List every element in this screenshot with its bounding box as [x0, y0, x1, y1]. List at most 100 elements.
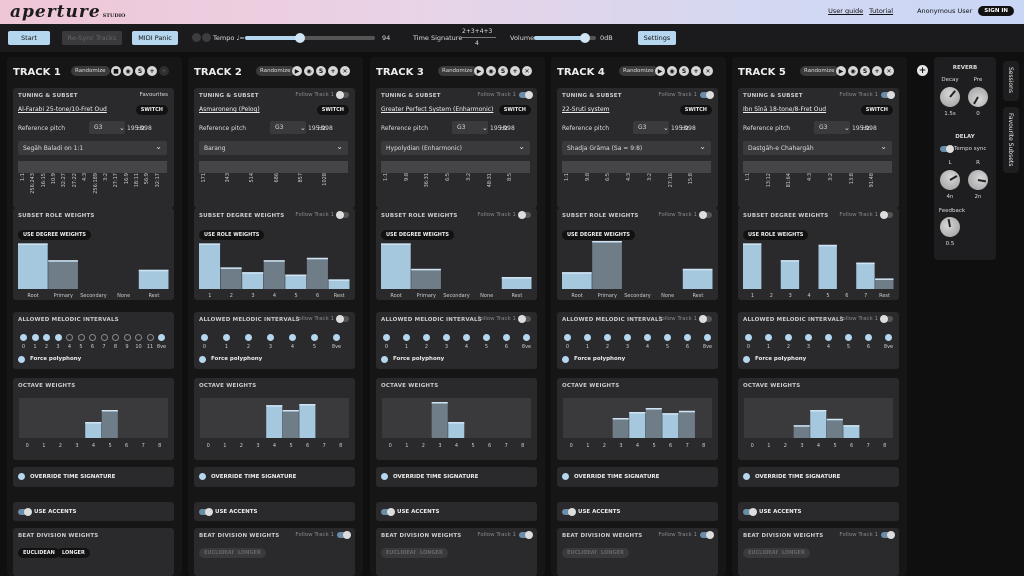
weight-bar[interactable]: [18, 243, 48, 289]
follow-track-toggle[interactable]: Follow Track 1: [477, 315, 531, 323]
tuning-link[interactable]: 22-Sruti system: [562, 106, 610, 113]
reference-pitch-value[interactable]: 195.998: [308, 125, 333, 132]
play-icon[interactable]: ▶: [836, 66, 846, 76]
octave-chart[interactable]: 0 1 2 3 4 5 6 7 8: [738, 378, 899, 460]
solo-icon[interactable]: S: [316, 66, 326, 76]
toggle-switch[interactable]: [881, 91, 895, 99]
interval-toggle[interactable]: [112, 334, 119, 341]
settings-button[interactable]: Settings: [638, 31, 676, 45]
volume-icon[interactable]: ◉: [304, 66, 314, 76]
force-polyphony-toggle[interactable]: [381, 356, 388, 363]
interval-toggle[interactable]: [100, 334, 108, 341]
randomize-button[interactable]: Randomize: [71, 66, 110, 76]
randomize-button[interactable]: Randomize: [800, 66, 839, 76]
sessions-tab[interactable]: Sessions: [1003, 61, 1019, 101]
add-icon[interactable]: +: [159, 66, 169, 76]
weight-bar[interactable]: [306, 257, 328, 289]
play-icon[interactable]: ▶: [474, 66, 484, 76]
weights-chart[interactable]: 1 2 3 4 5 6 7 Rest: [738, 208, 899, 300]
randomize-button[interactable]: Randomize: [256, 66, 295, 76]
follow-track-toggle[interactable]: Follow Track 1: [839, 531, 895, 539]
weight-bar[interactable]: [199, 243, 221, 289]
weight-bar[interactable]: [242, 272, 264, 289]
interval-toggle[interactable]: [885, 334, 892, 341]
weight-bar[interactable]: [562, 272, 592, 289]
tutorial-link[interactable]: Tutorial: [869, 7, 893, 15]
longer-button[interactable]: LONGER: [233, 548, 266, 558]
toggle-switch[interactable]: [700, 531, 714, 539]
subset-select[interactable]: Segāh Baladi on 1:1: [18, 141, 167, 155]
interval-toggle[interactable]: [523, 334, 530, 341]
interval-toggle[interactable]: [584, 334, 591, 341]
follow-track-toggle[interactable]: Follow Track 1: [477, 91, 533, 99]
add-track-button[interactable]: +: [917, 65, 928, 76]
tempo-slider[interactable]: [245, 33, 375, 43]
randomize-button[interactable]: Randomize: [619, 66, 658, 76]
close-icon[interactable]: ✕: [340, 66, 350, 76]
switch-button[interactable]: SWITCH: [679, 105, 712, 115]
toggle-switch[interactable]: [881, 531, 895, 539]
tuning-link[interactable]: Asmaroneng (Pelog): [199, 106, 260, 113]
octave-bar[interactable]: [678, 410, 695, 438]
interval-toggle[interactable]: [223, 334, 230, 341]
interval-toggle[interactable]: [423, 334, 430, 341]
interval-toggle[interactable]: [765, 334, 772, 341]
weights-chart[interactable]: Root Primary Secondary None Rest: [13, 208, 174, 300]
interval-toggle[interactable]: [403, 334, 410, 341]
interval-toggle[interactable]: [604, 334, 611, 341]
close-icon[interactable]: ✕: [884, 66, 894, 76]
switch-button[interactable]: SWITCH: [498, 105, 531, 115]
interval-toggle[interactable]: [267, 334, 274, 341]
longer-button[interactable]: LONGER: [777, 548, 810, 558]
interval-toggle[interactable]: [158, 334, 165, 341]
weight-bar[interactable]: [138, 269, 169, 289]
interval-toggle[interactable]: [785, 334, 792, 341]
weight-bar[interactable]: [285, 274, 307, 289]
delay-right-knob[interactable]: [966, 168, 990, 192]
volume-icon[interactable]: ◉: [667, 66, 677, 76]
weights-chart[interactable]: 1 2 3 4 5 6 Rest: [194, 208, 355, 300]
solo-icon[interactable]: S: [679, 66, 689, 76]
interval-toggle[interactable]: [483, 334, 490, 341]
octave-bar[interactable]: [629, 412, 646, 438]
volume-knob[interactable]: [579, 33, 590, 43]
switch-button[interactable]: SWITCH: [135, 105, 168, 115]
interval-toggle[interactable]: [564, 334, 571, 341]
octave-bar[interactable]: [810, 410, 827, 438]
octave-bar[interactable]: [662, 413, 679, 438]
sign-in-button[interactable]: SIGN IN: [978, 6, 1014, 16]
octave-bar[interactable]: [612, 418, 629, 438]
octave-bar[interactable]: [431, 402, 448, 438]
tuning-link[interactable]: Greater Perfect System (Enharmonic): [381, 106, 493, 113]
delay-left-knob[interactable]: [936, 166, 964, 194]
octave-chart[interactable]: 0 1 2 3 4 5 6 7 8: [13, 378, 174, 460]
metronome-dot-icon[interactable]: [192, 33, 201, 42]
follow-track-toggle[interactable]: Follow Track 1: [839, 91, 895, 99]
follow-track-toggle[interactable]: Follow Track 1: [295, 531, 351, 539]
tuning-link[interactable]: Ibn Sīnā 18-tone/8-Fret Oud: [743, 106, 826, 113]
volume-icon[interactable]: ◉: [848, 66, 858, 76]
interval-toggle[interactable]: [66, 334, 73, 341]
force-polyphony-toggle[interactable]: [199, 356, 206, 363]
interval-toggle[interactable]: [333, 334, 340, 341]
toggle-switch[interactable]: [519, 91, 533, 99]
weight-bar[interactable]: [743, 243, 762, 289]
add-icon[interactable]: +: [147, 66, 157, 76]
volume-icon[interactable]: ◉: [486, 66, 496, 76]
accents-toggle[interactable]: [199, 508, 213, 516]
override-ts-toggle[interactable]: [381, 473, 388, 480]
interval-toggle[interactable]: [704, 334, 711, 341]
weight-bar[interactable]: [592, 241, 622, 289]
accents-toggle[interactable]: [18, 508, 32, 516]
time-signature-bottom[interactable]: 4: [475, 40, 479, 47]
stop-icon[interactable]: ■: [111, 66, 121, 76]
accents-toggle[interactable]: [562, 508, 576, 516]
add-icon[interactable]: +: [691, 66, 701, 76]
interval-toggle[interactable]: [43, 334, 50, 341]
octave-bar[interactable]: [282, 410, 299, 438]
octave-chart[interactable]: 0 1 2 3 4 5 6 7 8: [557, 378, 718, 460]
longer-button[interactable]: LONGER: [596, 548, 629, 558]
interval-toggle[interactable]: [383, 334, 390, 341]
decay-knob[interactable]: [935, 82, 965, 112]
solo-icon[interactable]: S: [135, 66, 145, 76]
